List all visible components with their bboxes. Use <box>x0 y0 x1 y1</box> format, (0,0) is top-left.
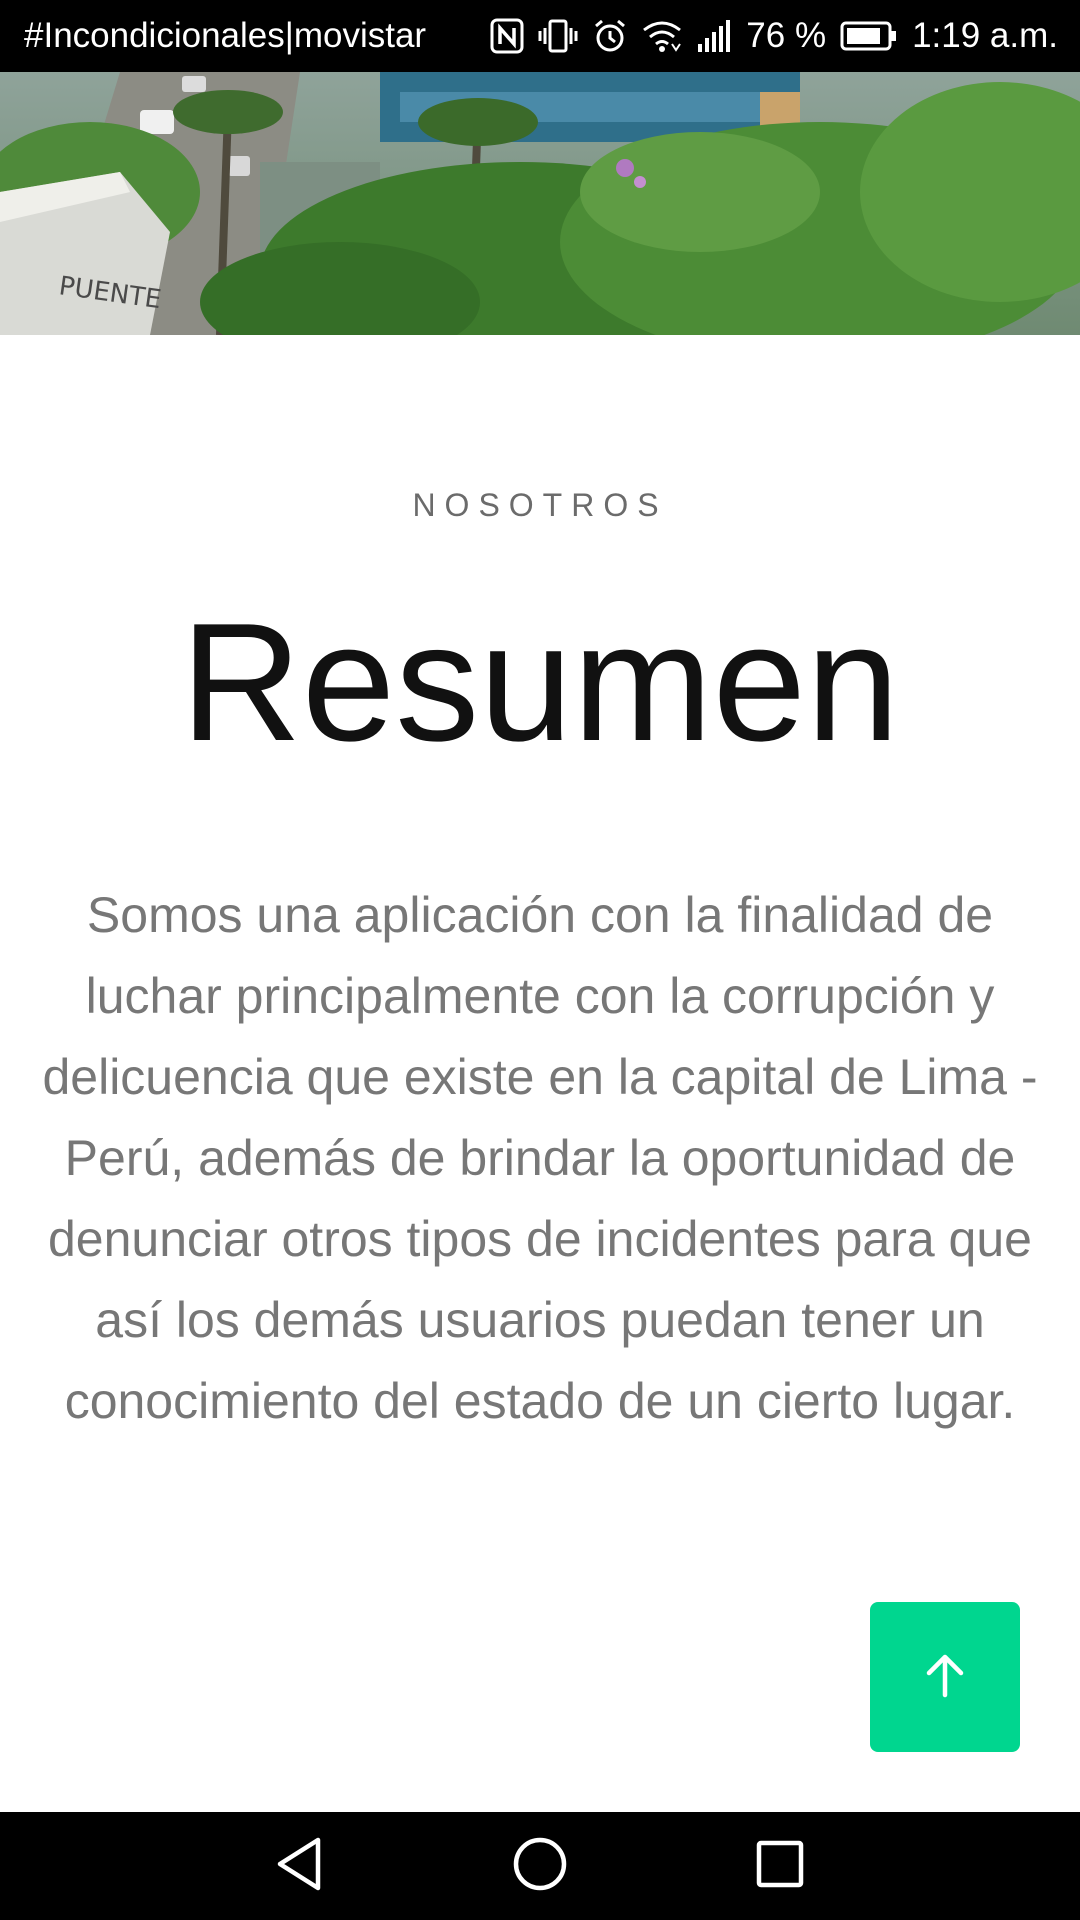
vibrate-icon <box>538 18 578 54</box>
section-eyebrow: NOSOTROS <box>412 487 668 523</box>
clock: 1:19 a.m. <box>912 16 1058 55</box>
page-title: Resumen <box>180 588 900 776</box>
arrow-up-icon <box>919 1649 971 1706</box>
home-button[interactable] <box>470 1812 610 1920</box>
recents-button[interactable] <box>710 1812 850 1920</box>
battery-icon <box>840 20 898 52</box>
wifi-icon <box>642 18 682 54</box>
battery-percent: 76 % <box>746 16 827 55</box>
signal-icon <box>696 18 732 54</box>
nfc-icon <box>490 18 524 54</box>
carrier-name: #Incondicionales|movistar <box>24 16 427 55</box>
scroll-to-top-button[interactable] <box>870 1602 1020 1752</box>
alarm-icon <box>592 18 628 54</box>
home-icon <box>512 1836 568 1897</box>
section-description: Somos una aplicación con la finalidad de… <box>42 887 1038 1429</box>
status-icons: 76 % 1:19 a.m. <box>490 16 1058 56</box>
status-bar: #Incondicionales|movistar 76 % 1:19 a.m. <box>0 0 1080 72</box>
back-icon <box>274 1836 326 1897</box>
back-button[interactable] <box>230 1812 370 1920</box>
recents-icon <box>755 1839 805 1894</box>
screen: #Incondicionales|movistar 76 % 1:19 a.m.… <box>0 0 1080 1920</box>
hero-image: PUENTE <box>0 72 1080 335</box>
navigation-bar <box>0 1812 1080 1920</box>
